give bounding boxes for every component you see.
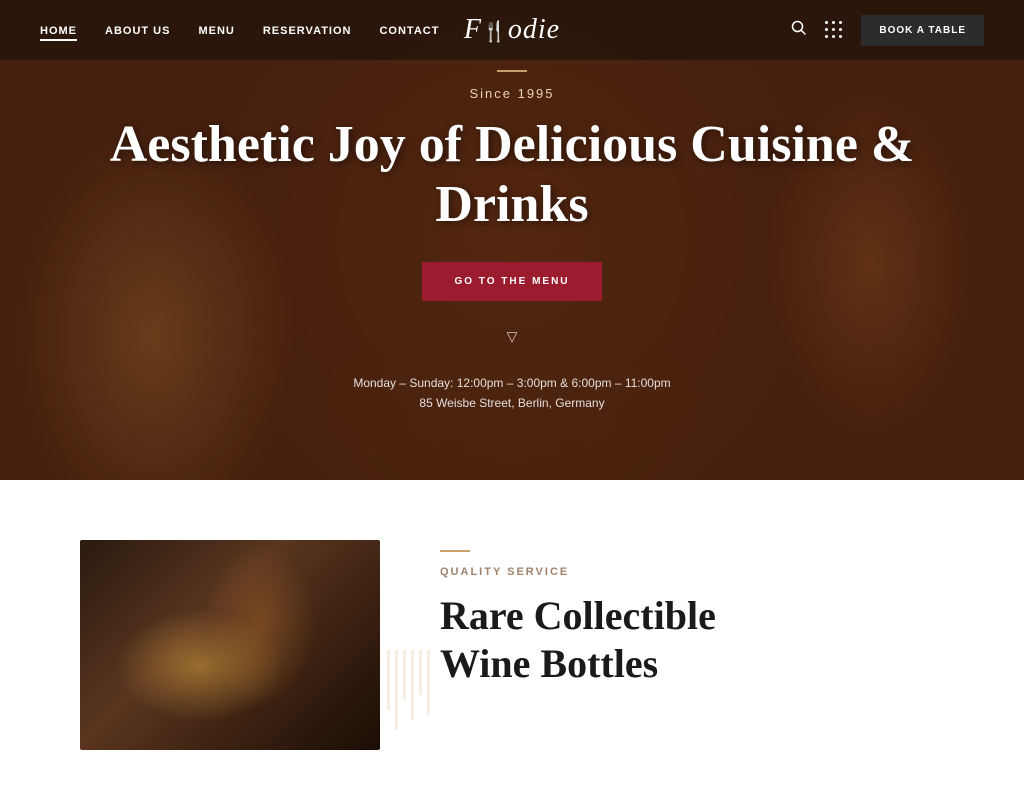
section-text-column: Quality Service Rare Collectible Wine Bo… — [440, 540, 944, 688]
chevron-down-icon: ▽ — [507, 329, 518, 346]
hero-divider — [497, 70, 527, 72]
hero-content: Since 1995 Aesthetic Joy of Delicious Cu… — [0, 0, 1024, 480]
nav-item-home[interactable]: Home — [40, 21, 77, 39]
decorative-lines — [387, 650, 430, 730]
hero-section: Home About Us Menu Reservation Contact F… — [0, 0, 1024, 480]
section-title: Rare Collectible Wine Bottles — [440, 592, 944, 688]
site-logo: F🍴odie — [464, 14, 560, 46]
hero-since: Since 1995 — [469, 86, 554, 101]
grid-icon[interactable] — [825, 21, 843, 39]
book-table-button[interactable]: Book A Table — [861, 15, 984, 46]
section-tag-divider — [440, 550, 470, 552]
nav-item-about[interactable]: About Us — [105, 21, 170, 39]
nav-item-reservation[interactable]: Reservation — [263, 21, 352, 39]
nav-item-contact[interactable]: Contact — [379, 21, 439, 39]
hero-address: 85 Weisbe Street, Berlin, Germany — [419, 396, 604, 410]
wine-section: Quality Service Rare Collectible Wine Bo… — [0, 480, 1024, 810]
section-image-column — [80, 540, 380, 750]
hero-title: Aesthetic Joy of Delicious Cuisine & Dri… — [40, 115, 984, 235]
navbar: Home About Us Menu Reservation Contact F… — [0, 0, 1024, 60]
go-to-menu-button[interactable]: Go To The Menu — [422, 262, 601, 301]
hero-hours: Monday – Sunday: 12:00pm – 3:00pm & 6:00… — [353, 376, 670, 390]
dining-photo — [80, 540, 380, 750]
search-icon[interactable] — [791, 20, 807, 41]
nav-item-menu[interactable]: Menu — [198, 21, 234, 39]
nav-right: Book A Table — [791, 15, 984, 46]
section-subtitle: Quality Service — [440, 566, 944, 578]
nav-links: Home About Us Menu Reservation Contact — [40, 21, 439, 39]
